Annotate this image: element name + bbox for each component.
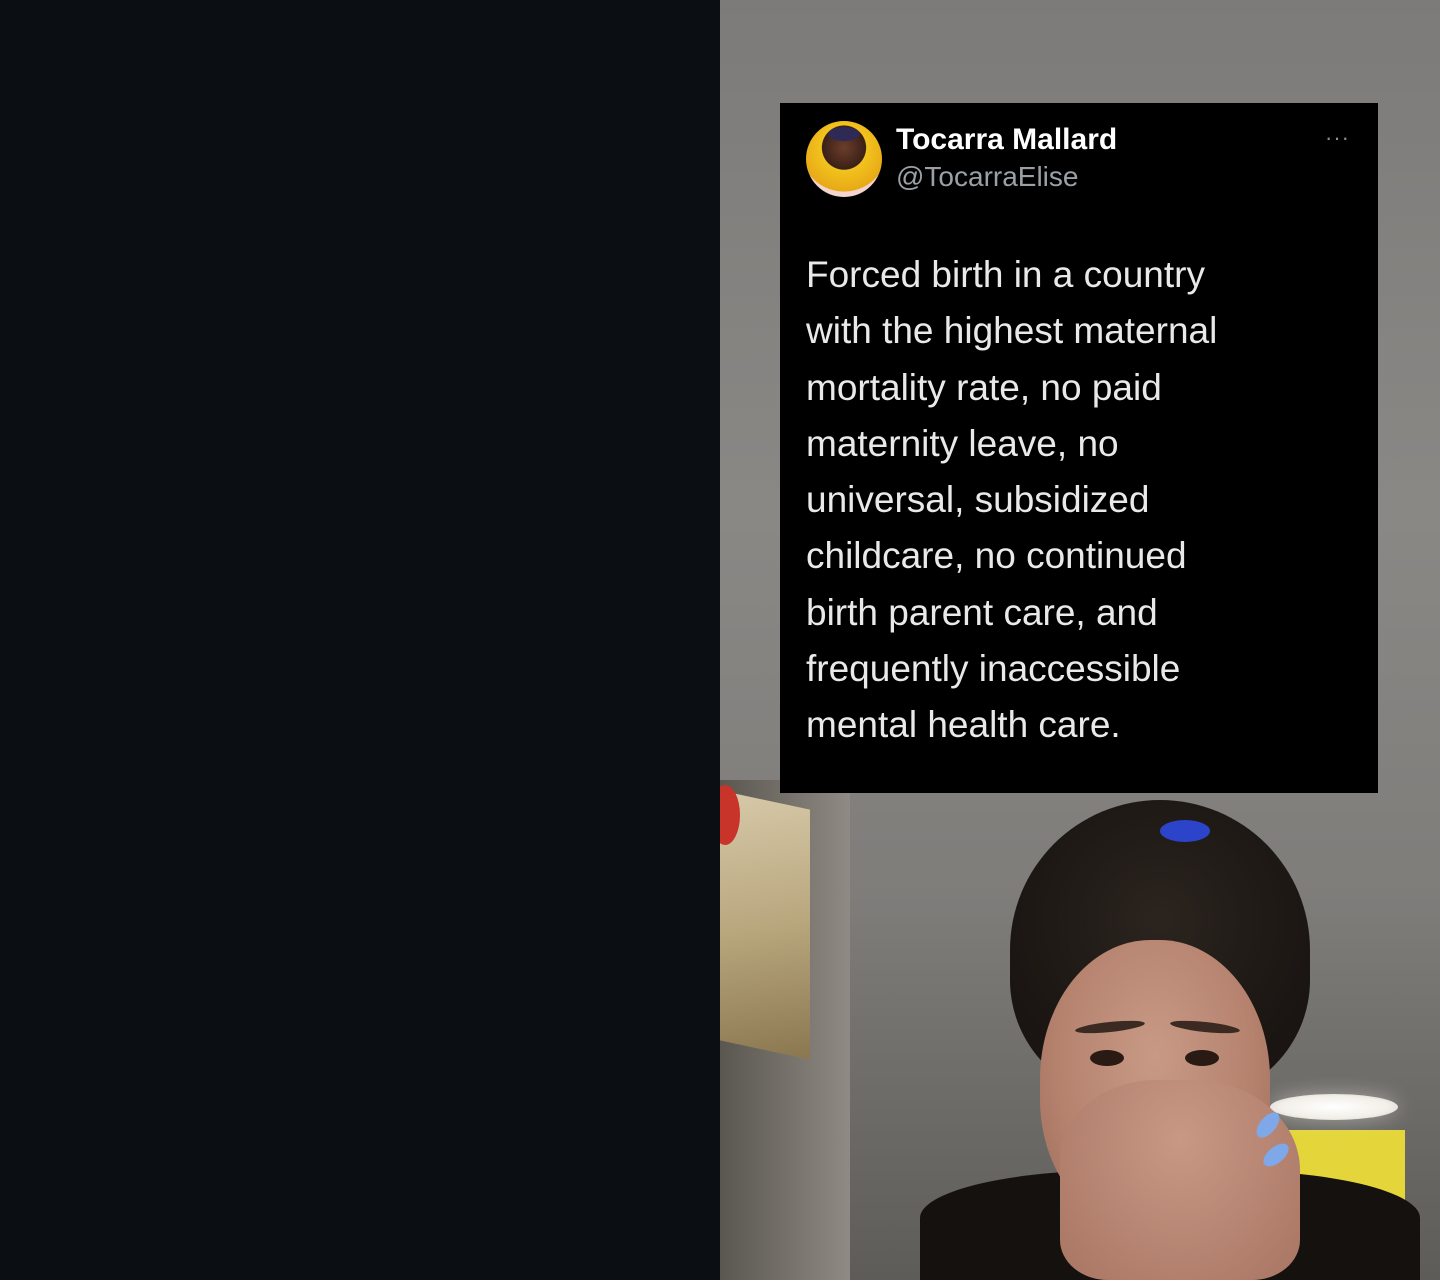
tweet-line: universal, subsidized [806, 479, 1150, 521]
right-eye [1185, 1050, 1219, 1066]
tweet-line: Forced birth in a country [806, 254, 1205, 295]
fingernail [1252, 1108, 1284, 1142]
left-eye [1090, 1050, 1124, 1066]
tweet-line: maternity leave, no [806, 422, 1119, 464]
tweet-line: frequently inaccessible [806, 648, 1181, 690]
person [860, 790, 1420, 1280]
tweet-line: mental health care. [806, 704, 1121, 746]
tweet-line: mortality rate, no paid [806, 366, 1162, 408]
empty-left-panel [0, 0, 720, 1280]
tweet-line: childcare, no continued [806, 535, 1187, 577]
tweet-text: Forced birth in a country with the highe… [806, 247, 1346, 754]
right-eyebrow [1169, 1018, 1241, 1036]
avatar[interactable] [806, 121, 882, 197]
left-eyebrow [1074, 1018, 1146, 1036]
video-frame[interactable]: Tocarra Mallard @TocarraElise ··· Forced… [720, 0, 1440, 1280]
more-horizontal-icon[interactable]: ··· [1325, 125, 1350, 151]
tweet-header: Tocarra Mallard @TocarraElise [806, 121, 1352, 197]
author-info: Tocarra Mallard @TocarraElise [896, 122, 1117, 196]
fingernail [1259, 1139, 1293, 1171]
hand [1060, 1080, 1300, 1280]
user-handle[interactable]: @TocarraElise [896, 158, 1117, 196]
tweet-card[interactable]: Tocarra Mallard @TocarraElise ··· Forced… [780, 103, 1378, 793]
scrunchie [1160, 820, 1210, 842]
display-name[interactable]: Tocarra Mallard [896, 122, 1117, 158]
tweet-line: birth parent care, and [806, 591, 1158, 633]
tweet-line: with the highest maternal [806, 310, 1218, 352]
